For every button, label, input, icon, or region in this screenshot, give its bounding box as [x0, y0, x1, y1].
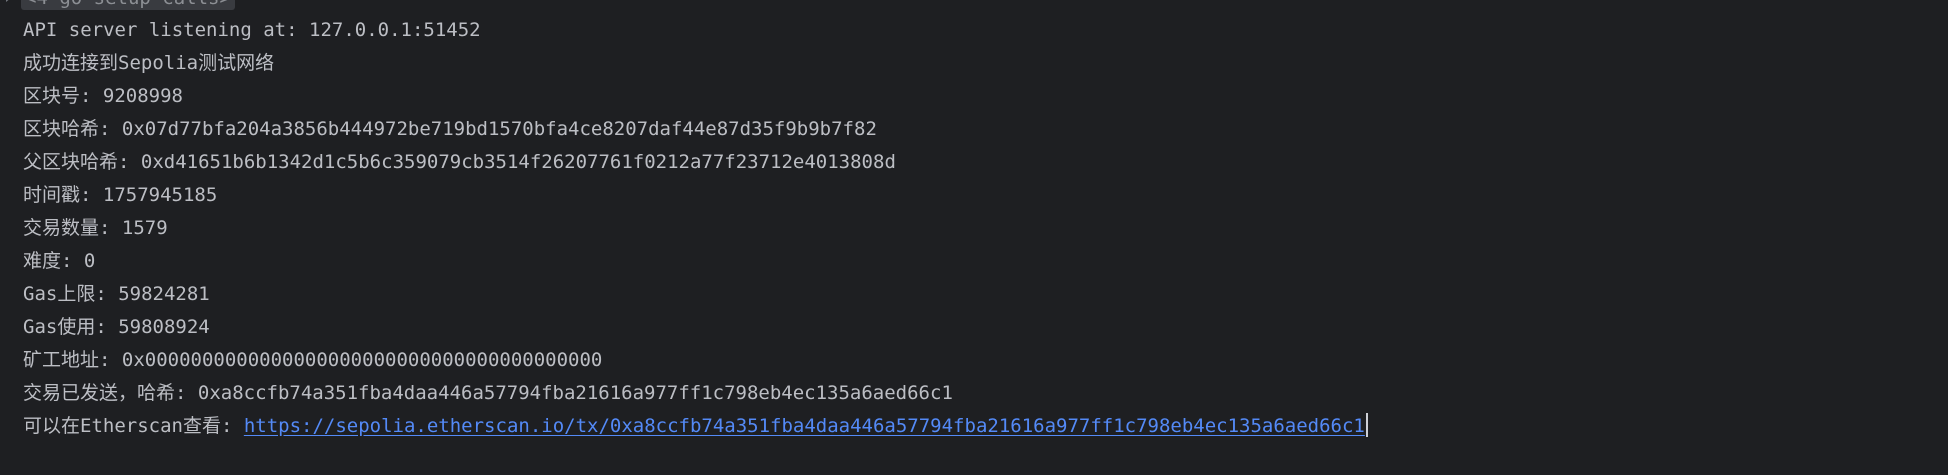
line-label: 可以在Etherscan查看:: [23, 415, 233, 437]
line-label: Gas使用:: [23, 316, 107, 338]
line-value: 1579: [121, 217, 168, 239]
line-value: 59824281: [118, 283, 210, 305]
console-line: 矿工地址: 0x00000000000000000000000000000000…: [23, 345, 602, 375]
line-label: API server listening at:: [23, 19, 298, 41]
line-label: 难度:: [23, 250, 73, 272]
line-value: 0xa8ccfb74a351fba4daa446a57794fba21616a9…: [197, 382, 953, 404]
line-value: 0xd41651b6b1342d1c5b6c359079cb3514f26207…: [140, 151, 896, 173]
line-label: 成功连接到Sepolia测试网络: [23, 52, 275, 74]
line-label: 交易已发送，哈希:: [23, 382, 187, 404]
console-link-line: 可以在Etherscan查看: https://sepolia.ethersca…: [23, 411, 1368, 441]
line-value: 0: [83, 250, 96, 272]
console-output[interactable]: <4 go-setup calls> API server listening …: [0, 0, 1948, 475]
fold-expand-icon[interactable]: [6, 0, 11, 2]
console-line: API server listening at: 127.0.0.1:51452: [23, 15, 481, 45]
line-label: 区块哈希:: [23, 118, 111, 140]
line-label: 区块号:: [23, 85, 92, 107]
etherscan-link[interactable]: https://sepolia.etherscan.io/tx/0xa8ccfb…: [244, 415, 1365, 437]
console-line: 时间戳: 1757945185: [23, 180, 217, 210]
text-cursor: [1365, 412, 1368, 437]
line-value: 9208998: [102, 85, 183, 107]
console-line: 交易已发送，哈希: 0xa8ccfb74a351fba4daa446a57794…: [23, 378, 953, 408]
console-line: 区块哈希: 0x07d77bfa204a3856b444972be719bd15…: [23, 114, 877, 144]
line-value: 127.0.0.1:51452: [309, 19, 481, 41]
console-line: 父区块哈希: 0xd41651b6b1342d1c5b6c359079cb351…: [23, 147, 896, 177]
console-line: 区块号: 9208998: [23, 81, 183, 111]
console-line: 难度: 0: [23, 246, 95, 276]
line-label: Gas上限:: [23, 283, 107, 305]
console-line: 成功连接到Sepolia测试网络: [23, 48, 274, 78]
folded-calls-label[interactable]: <4 go-setup calls>: [21, 0, 235, 10]
line-value: 59808924: [118, 316, 210, 338]
line-value: 0x00000000000000000000000000000000000000…: [121, 349, 603, 371]
line-label: 父区块哈希:: [23, 151, 130, 173]
line-value: 1757945185: [102, 184, 218, 206]
line-label: 交易数量:: [23, 217, 111, 239]
line-label: 矿工地址:: [23, 349, 111, 371]
console-line: 交易数量: 1579: [23, 213, 168, 243]
console-line: Gas上限: 59824281: [23, 279, 210, 309]
line-label: 时间戳:: [23, 184, 92, 206]
line-value: 0x07d77bfa204a3856b444972be719bd1570bfa4…: [121, 118, 877, 140]
console-line: Gas使用: 59808924: [23, 312, 210, 342]
